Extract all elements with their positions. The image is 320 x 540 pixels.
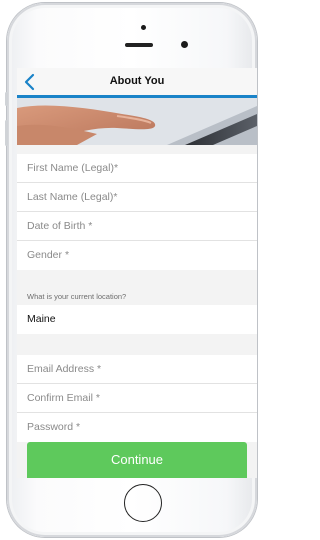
location-question: What is your current location?	[27, 292, 127, 301]
password-field[interactable]: Password *	[17, 413, 257, 442]
field-placeholder: Last Name (Legal)*	[27, 191, 118, 203]
field-placeholder: Password *	[27, 421, 81, 433]
app-screen: About You First Name (Legal)* Last Name …	[17, 68, 257, 478]
mute-switch	[5, 92, 8, 106]
location-field[interactable]: Maine	[17, 305, 257, 334]
continue-button[interactable]: Continue	[27, 442, 247, 478]
first-name-field[interactable]: First Name (Legal)*	[17, 154, 257, 183]
field-placeholder: Email Address *	[27, 363, 102, 375]
front-camera	[181, 41, 188, 48]
account-info-group: Email Address * Confirm Email * Password…	[17, 355, 257, 442]
confirm-email-field[interactable]: Confirm Email *	[17, 384, 257, 413]
home-button[interactable]	[124, 484, 162, 522]
field-placeholder: Gender *	[27, 249, 70, 261]
nav-bar: About You	[17, 68, 257, 96]
field-placeholder: Confirm Email *	[27, 392, 100, 404]
personal-info-group: First Name (Legal)* Last Name (Legal)* D…	[17, 154, 257, 270]
hand-tablet-image	[17, 98, 257, 145]
field-placeholder: Date of Birth *	[27, 220, 93, 232]
last-name-field[interactable]: Last Name (Legal)*	[17, 183, 257, 212]
sensor-dot	[141, 25, 146, 30]
gender-field[interactable]: Gender *	[17, 241, 257, 270]
field-placeholder: First Name (Legal)*	[27, 162, 119, 174]
page-title: About You	[109, 75, 165, 87]
hero-image	[17, 98, 257, 145]
date-of-birth-field[interactable]: Date of Birth *	[17, 212, 257, 241]
earpiece-speaker	[125, 43, 153, 47]
volume-up-button	[5, 120, 8, 146]
email-field[interactable]: Email Address *	[17, 355, 257, 384]
location-value: Maine	[27, 313, 56, 325]
